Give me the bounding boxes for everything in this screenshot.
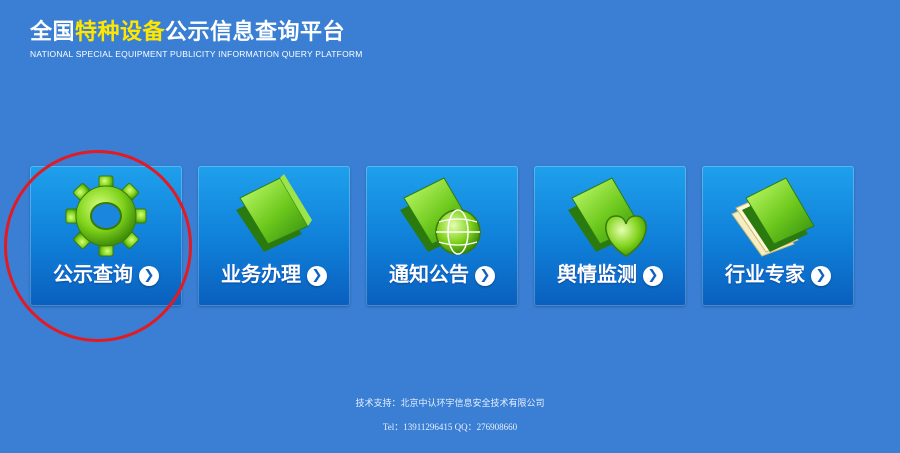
- tile-label-text: 行业专家: [725, 262, 805, 286]
- site-subtitle: NATIONAL SPECIAL EQUIPMENT PUBLICITY INF…: [30, 49, 363, 59]
- site-header: 全国特种设备公示信息查询平台 NATIONAL SPECIAL EQUIPMEN…: [30, 14, 363, 59]
- tile-label: 通知公告 ❯: [366, 258, 518, 287]
- title-highlight: 特种设备: [75, 20, 166, 45]
- tile-business[interactable]: 业务办理 ❯: [198, 166, 350, 306]
- title-suffix: 公示信息查询平台: [165, 20, 346, 45]
- site-title: 全国特种设备公示信息查询平台: [30, 14, 363, 46]
- tile-label: 行业专家 ❯: [702, 258, 854, 287]
- tile-experts[interactable]: 行业专家 ❯: [702, 166, 854, 306]
- folder-icon: [224, 170, 324, 260]
- footer-contact: Tel：13911296415 QQ：276908660: [382, 422, 518, 432]
- title-prefix: 全国: [30, 20, 76, 45]
- tile-label: 舆情监测 ❯: [534, 258, 686, 287]
- tile-label: 业务办理 ❯: [198, 258, 350, 287]
- tile-notices[interactable]: 通知公告 ❯: [366, 166, 518, 306]
- folder-papers-icon: [728, 170, 828, 260]
- footer-support: 技术支持：北京中认环宇信息安全技术有限公司: [355, 399, 545, 409]
- folder-heart-icon: [560, 170, 660, 260]
- chevron-right-icon[interactable]: ❯: [475, 265, 495, 286]
- annotation-circle: [4, 150, 192, 342]
- tile-label-text: 业务办理: [221, 262, 301, 286]
- chevron-right-icon[interactable]: ❯: [811, 265, 831, 286]
- chevron-right-icon[interactable]: ❯: [643, 265, 663, 286]
- tile-public-opinion[interactable]: 舆情监测 ❯: [534, 166, 686, 306]
- tile-label-text: 通知公告: [389, 262, 469, 286]
- chevron-right-icon[interactable]: ❯: [307, 265, 327, 286]
- tile-label-text: 舆情监测: [557, 262, 637, 286]
- folder-globe-icon: [392, 170, 492, 260]
